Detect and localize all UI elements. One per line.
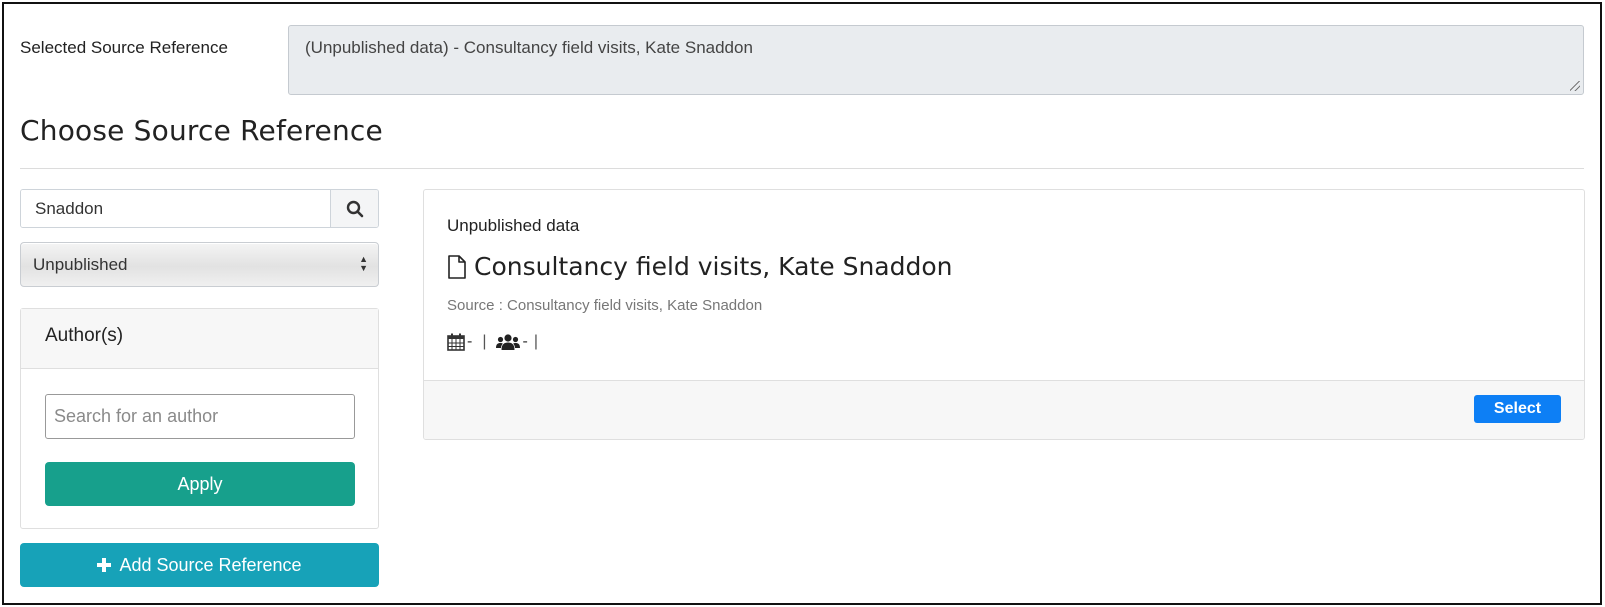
result-body: Unpublished data Consultancy field visit… [424,190,1584,380]
add-source-reference-label: Add Source Reference [119,554,302,575]
author-filter-header: Author(s) [21,309,378,369]
search-group [20,189,379,228]
result-title-row: Consultancy field visits, Kate Snaddon [447,252,953,281]
select-button[interactable]: Select [1474,395,1561,423]
author-filter-card: Author(s) Apply [20,308,379,529]
result-title: Consultancy field visits, Kate Snaddon [474,252,953,281]
document-icon [448,254,466,279]
apply-button-label: Apply [177,473,223,494]
result-source: Source : Consultancy field visits, Kate … [447,297,763,314]
calendar-icon [447,333,465,351]
author-search-input[interactable] [45,394,355,439]
select-button-label: Select [1493,400,1542,417]
type-select[interactable]: Unpublished ▲ ▼ [20,242,379,287]
meta-separator: | [533,333,538,350]
search-icon [346,200,363,217]
result-category: Unpublished data [447,216,580,235]
divider [20,168,1584,169]
result-meta: - | - | [447,333,548,351]
select-arrows-icon: ▲ ▼ [359,254,368,273]
users-icon [496,334,521,350]
result-card: Unpublished data Consultancy field visit… [423,189,1585,440]
selected-source-value: (Unpublished data) - Consultancy field v… [305,38,753,57]
resize-grip-icon[interactable] [1570,81,1580,91]
add-source-reference-button[interactable]: Add Source Reference [20,543,379,587]
author-filter-title: Author(s) [45,325,124,346]
selected-source-textarea[interactable]: (Unpublished data) - Consultancy field v… [288,25,1584,95]
selected-source-label: Selected Source Reference [20,38,228,57]
plus-icon [97,558,112,572]
authors-value: - [522,333,528,350]
page-title: Choose Source Reference [20,114,383,147]
meta-separator: | [482,333,487,350]
apply-button[interactable]: Apply [45,462,355,506]
type-select-value: Unpublished [33,254,128,274]
date-value: - [467,333,473,350]
search-button[interactable] [330,190,378,227]
result-footer: Select [424,380,1584,439]
search-input[interactable] [21,190,330,227]
